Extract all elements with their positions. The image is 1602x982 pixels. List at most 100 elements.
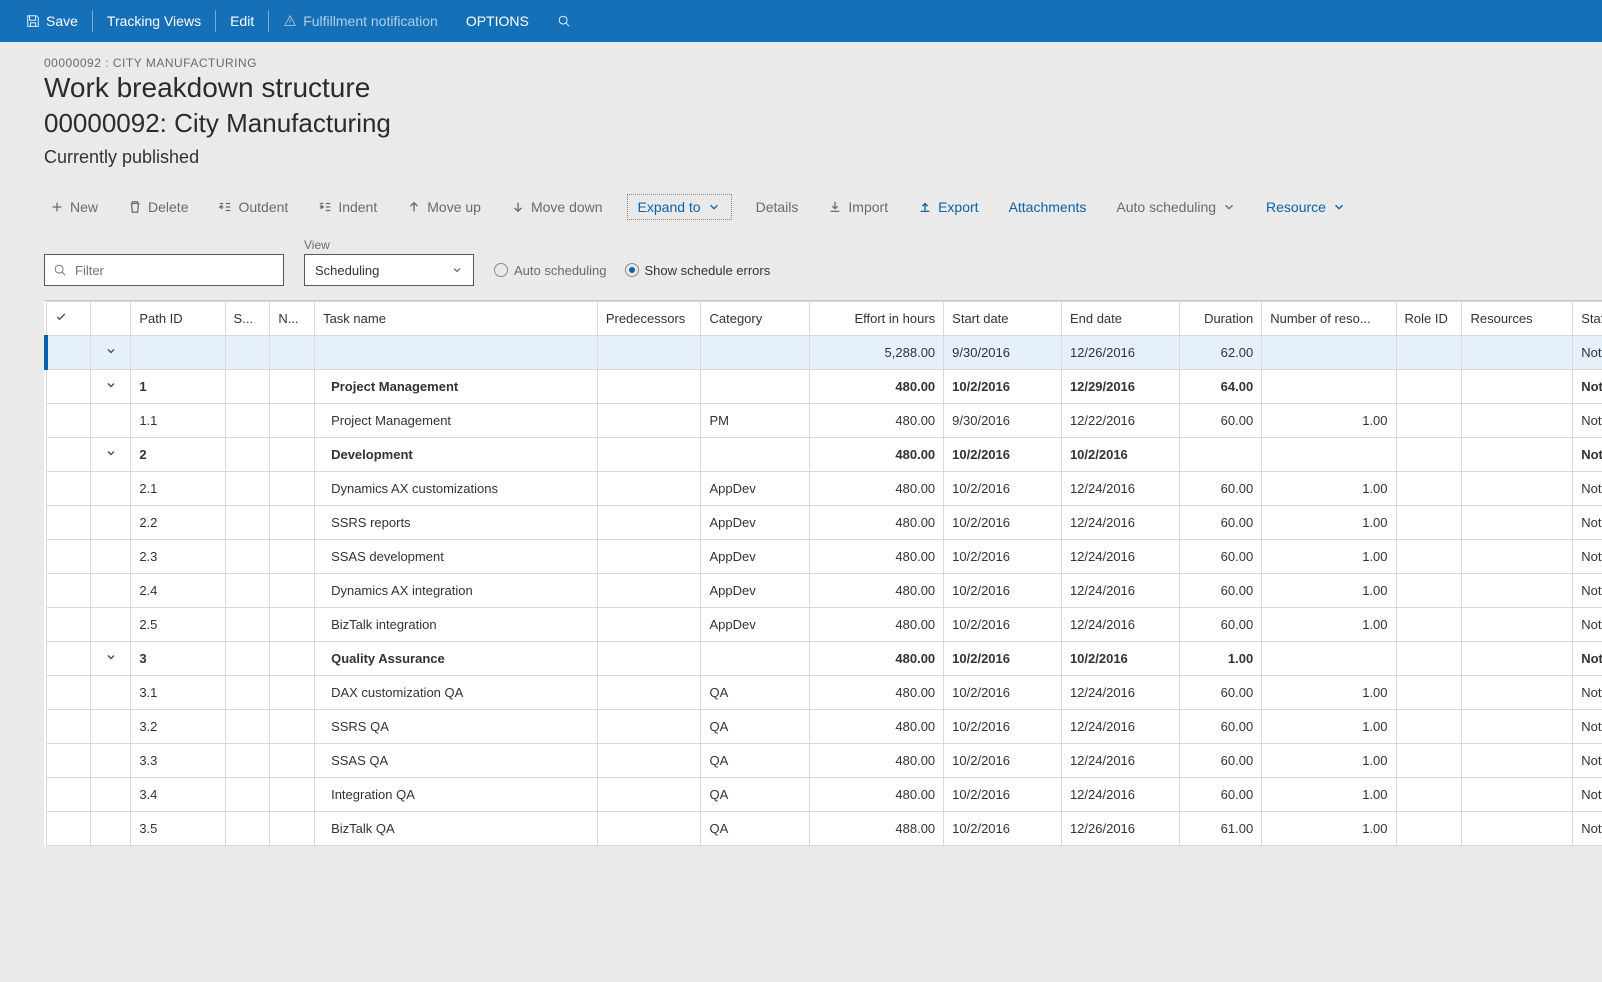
cell-s[interactable] [225,608,270,642]
cell-start[interactable]: 10/2/2016 [944,676,1062,710]
radio-auto-scheduling[interactable]: Auto scheduling [494,263,607,278]
cell-expand[interactable] [91,608,131,642]
indent-button[interactable]: Indent [312,195,383,219]
cell-path[interactable]: 2.3 [131,540,225,574]
cell-path[interactable]: 2.2 [131,506,225,540]
cell-role[interactable] [1396,812,1462,846]
cell-role[interactable] [1396,540,1462,574]
cell-staff[interactable]: Not sta [1573,336,1602,370]
cell-res[interactable] [1462,778,1573,812]
cell-n[interactable] [270,710,315,744]
cell-task[interactable]: BizTalk integration [315,608,598,642]
cell-res[interactable] [1462,744,1573,778]
cell-task[interactable]: DAX customization QA [315,676,598,710]
move-up-button[interactable]: Move up [401,195,487,219]
cell-dur[interactable]: 60.00 [1179,778,1261,812]
cell-s[interactable] [225,574,270,608]
cell-role[interactable] [1396,472,1462,506]
cell-role[interactable] [1396,608,1462,642]
cell-pred[interactable] [597,540,701,574]
cell-path[interactable]: 2 [131,438,225,472]
cell-staff[interactable]: Not sta [1573,778,1602,812]
cell-pred[interactable] [597,438,701,472]
cell-expand[interactable] [91,540,131,574]
cell-path[interactable]: 1 [131,370,225,404]
cell-dur[interactable]: 61.00 [1179,812,1261,846]
cell-effort[interactable]: 480.00 [809,370,943,404]
table-row[interactable]: 3Quality Assurance480.0010/2/201610/2/20… [46,642,1602,676]
cell-check[interactable] [46,506,91,540]
cell-cat[interactable]: QA [701,778,809,812]
table-row[interactable]: 1Project Management480.0010/2/201612/29/… [46,370,1602,404]
cell-end[interactable]: 12/24/2016 [1061,676,1179,710]
cell-n[interactable] [270,336,315,370]
cell-numres[interactable] [1262,642,1396,676]
cell-start[interactable]: 10/2/2016 [944,778,1062,812]
cell-effort[interactable]: 480.00 [809,472,943,506]
cell-numres[interactable]: 1.00 [1262,404,1396,438]
cell-res[interactable] [1462,370,1573,404]
cell-s[interactable] [225,642,270,676]
cell-res[interactable] [1462,608,1573,642]
cell-cat[interactable]: AppDev [701,574,809,608]
cell-numres[interactable] [1262,370,1396,404]
cell-check[interactable] [46,540,91,574]
radio-show-errors[interactable]: Show schedule errors [625,263,771,278]
tracking-views-button[interactable]: Tracking Views [93,0,215,42]
cell-staff[interactable]: Not sta [1573,642,1602,676]
col-end[interactable]: End date [1061,302,1179,336]
cell-res[interactable] [1462,574,1573,608]
cell-cat[interactable] [701,370,809,404]
col-cat[interactable]: Category [701,302,809,336]
cell-expand[interactable] [91,438,131,472]
cell-role[interactable] [1396,744,1462,778]
cell-task[interactable]: SSRS QA [315,710,598,744]
filter-input-wrapper[interactable] [44,254,284,286]
cell-check[interactable] [46,438,91,472]
options-button[interactable]: OPTIONS [452,0,543,42]
cell-task[interactable]: SSAS QA [315,744,598,778]
outdent-button[interactable]: Outdent [212,195,294,219]
cell-effort[interactable]: 488.00 [809,812,943,846]
cell-path[interactable]: 2.5 [131,608,225,642]
cell-start[interactable]: 10/2/2016 [944,642,1062,676]
cell-check[interactable] [46,812,91,846]
cell-start[interactable]: 10/2/2016 [944,608,1062,642]
cell-cat[interactable]: QA [701,744,809,778]
cell-role[interactable] [1396,506,1462,540]
cell-effort[interactable]: 5,288.00 [809,336,943,370]
cell-n[interactable] [270,472,315,506]
cell-cat[interactable]: QA [701,812,809,846]
cell-staff[interactable]: Not sta [1573,540,1602,574]
cell-end[interactable]: 12/29/2016 [1061,370,1179,404]
cell-expand[interactable] [91,642,131,676]
resource-button[interactable]: Resource [1260,195,1352,219]
cell-end[interactable]: 12/24/2016 [1061,540,1179,574]
cell-numres[interactable] [1262,336,1396,370]
col-role[interactable]: Role ID [1396,302,1462,336]
cell-numres[interactable]: 1.00 [1262,472,1396,506]
search-button[interactable] [543,0,585,42]
cell-start[interactable]: 10/2/2016 [944,574,1062,608]
cell-numres[interactable]: 1.00 [1262,710,1396,744]
cell-pred[interactable] [597,710,701,744]
cell-end[interactable]: 12/24/2016 [1061,710,1179,744]
cell-s[interactable] [225,744,270,778]
export-button[interactable]: Export [912,195,984,219]
cell-task[interactable] [315,336,598,370]
cell-task[interactable]: Project Management [315,404,598,438]
table-row[interactable]: 3.5BizTalk QAQA488.0010/2/201612/26/2016… [46,812,1602,846]
cell-s[interactable] [225,540,270,574]
cell-role[interactable] [1396,642,1462,676]
col-start[interactable]: Start date [944,302,1062,336]
cell-staff[interactable]: Not sta [1573,812,1602,846]
table-row[interactable]: 3.2SSRS QAQA480.0010/2/201612/24/201660.… [46,710,1602,744]
cell-n[interactable] [270,642,315,676]
view-select[interactable]: Scheduling [304,254,474,286]
cell-check[interactable] [46,676,91,710]
cell-path[interactable]: 3.4 [131,778,225,812]
cell-expand[interactable] [91,812,131,846]
cell-s[interactable] [225,676,270,710]
col-path[interactable]: Path ID [131,302,225,336]
delete-button[interactable]: Delete [122,195,194,219]
